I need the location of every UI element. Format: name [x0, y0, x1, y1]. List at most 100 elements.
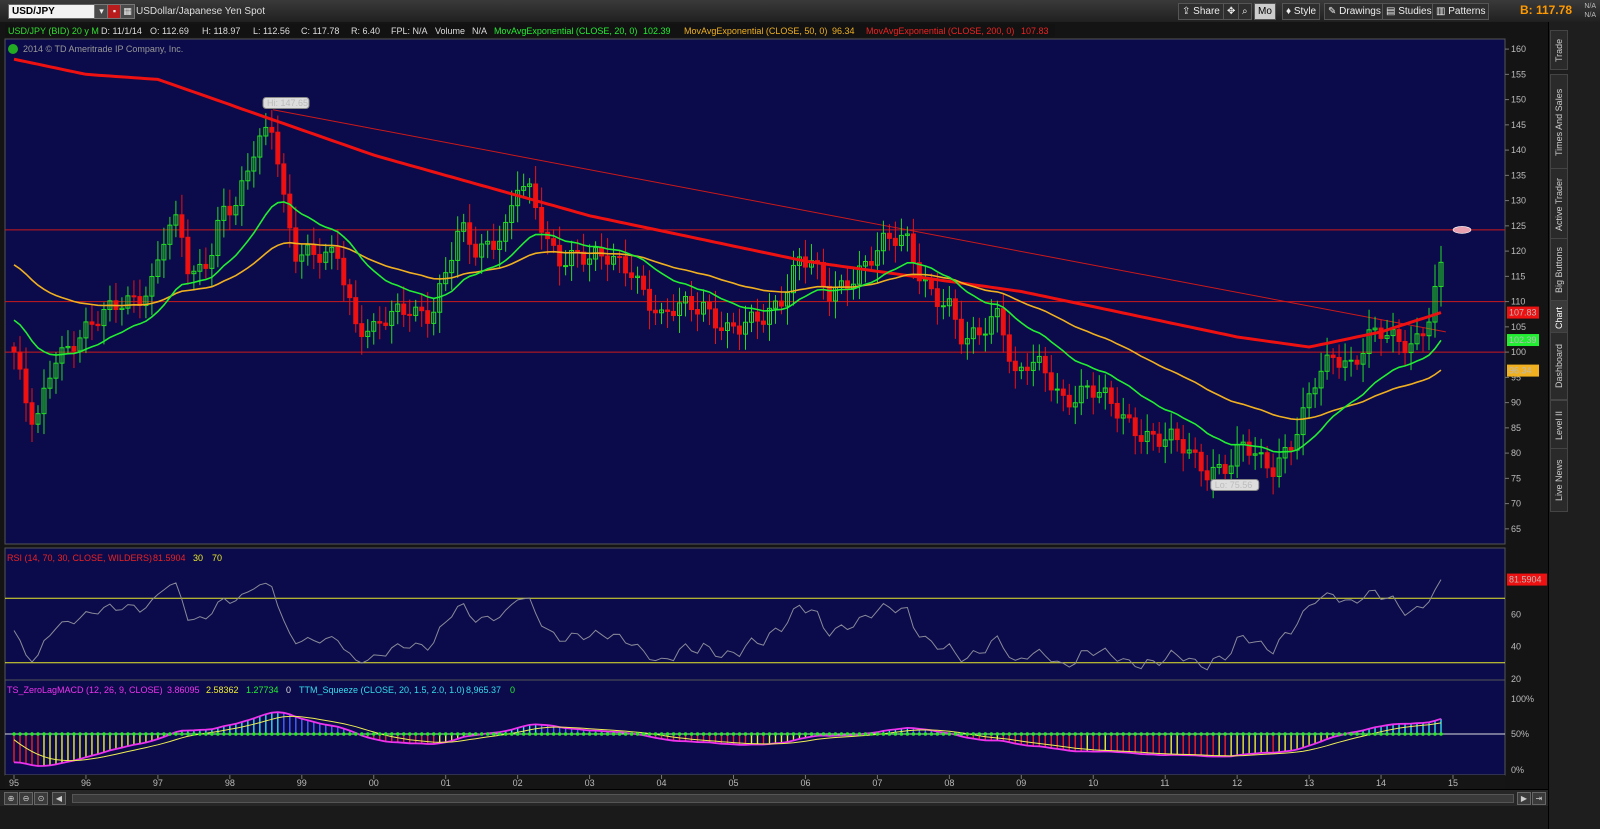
rsi-pane[interactable] — [4, 547, 1506, 688]
candle-body — [275, 131, 281, 165]
filter-icon[interactable]: ▦ — [120, 4, 135, 19]
candle-body — [287, 193, 293, 229]
squeeze-dot — [258, 732, 262, 736]
squeeze-dot — [1157, 732, 1162, 736]
squeeze-dot — [1139, 732, 1144, 736]
squeeze-dot — [1235, 732, 1239, 736]
squeeze-dot — [443, 732, 448, 736]
candle-body — [1402, 340, 1408, 354]
candle-body — [23, 368, 29, 404]
time-tick-label: 15 — [1448, 778, 1458, 788]
candle-body — [1132, 417, 1138, 437]
squeeze-dot — [210, 732, 214, 736]
chart-area[interactable]: USD/JPY (BID) 20 y M D: 11/1/14 O: 112.6… — [0, 22, 1548, 789]
squeeze-dot — [96, 732, 100, 736]
side-tab-active-trader[interactable]: Active Trader — [1550, 168, 1568, 240]
squeeze-dot — [192, 732, 196, 736]
squeeze-dot — [102, 732, 106, 736]
squeeze-dot — [138, 732, 142, 736]
squeeze-dot — [1277, 732, 1281, 736]
squeeze-dot — [1415, 732, 1419, 736]
squeeze-dot — [60, 732, 64, 736]
squeeze-dot — [1259, 732, 1263, 736]
side-tab-big-buttons[interactable]: Big Buttons — [1550, 238, 1568, 302]
squeeze-dot — [1109, 732, 1114, 736]
time-tick-label: 06 — [800, 778, 810, 788]
add-study-icon[interactable] — [8, 44, 18, 54]
side-tab-trade[interactable]: Trade — [1550, 30, 1568, 70]
ema200-value: 107.83 — [1021, 26, 1049, 36]
squeeze-dot — [887, 732, 892, 736]
cursor-tool-button[interactable]: ✥ — [1223, 3, 1240, 20]
zoom-tool-button[interactable]: ⌕ — [1238, 3, 1252, 20]
price-pane[interactable] — [4, 38, 1506, 545]
candle-body — [1114, 402, 1120, 419]
squeeze-dot — [581, 732, 586, 736]
side-tab-dashboard[interactable]: Dashboard — [1550, 332, 1568, 400]
squeeze-dot — [1049, 732, 1054, 736]
candle-body — [419, 306, 425, 312]
squeeze-dot — [1301, 732, 1305, 736]
candle-body — [754, 311, 760, 322]
candle-body — [665, 309, 671, 312]
zoom-in-icon[interactable]: ⊕ — [4, 792, 18, 805]
squeeze-dot — [695, 732, 700, 736]
candle-body — [1270, 467, 1276, 477]
style-button[interactable]: ♦ Style — [1282, 3, 1321, 20]
squeeze-dot — [863, 732, 868, 736]
horizontal-scrollbar[interactable] — [72, 794, 1514, 803]
squeeze-dot — [1067, 732, 1072, 736]
squeeze-dot — [701, 732, 706, 736]
squeeze-dot — [971, 732, 976, 736]
squeeze-dot — [1241, 732, 1245, 736]
squeeze-dot — [264, 732, 268, 736]
candle-body — [958, 318, 964, 345]
squeeze-dot — [300, 732, 304, 736]
squeeze-dot — [1037, 732, 1042, 736]
squeeze-dot — [719, 732, 724, 736]
squeeze-dot — [132, 732, 136, 736]
side-tab-level-ii[interactable]: Level II — [1550, 400, 1568, 450]
studies-button[interactable]: ▤ Studies — [1382, 3, 1436, 20]
macd-value-2: 2.58362 — [206, 685, 239, 695]
symbol-input[interactable]: USD/JPY — [8, 4, 101, 19]
patterns-button[interactable]: ▥ Patterns — [1432, 3, 1490, 20]
squeeze-dot — [755, 732, 760, 736]
candle-body — [1192, 449, 1198, 453]
scroll-right-icon[interactable]: ▶ — [1517, 792, 1531, 805]
squeeze-dot — [539, 732, 544, 736]
share-button[interactable]: ⇪ Share — [1178, 3, 1224, 20]
squeeze-dot — [1043, 732, 1048, 736]
squeeze-dot — [431, 732, 436, 736]
zoom-reset-icon[interactable]: ⊙ — [34, 792, 48, 805]
scroll-left-icon[interactable]: ◀ — [52, 792, 66, 805]
squeeze-dot — [120, 732, 124, 736]
squeeze-dot — [857, 732, 862, 736]
cursor-icon: ✥ — [1227, 6, 1236, 17]
bid-price: B: 117.78 — [1519, 3, 1572, 17]
candle-body — [1180, 439, 1186, 454]
scroll-end-icon[interactable]: ⇥ — [1532, 792, 1546, 805]
squeeze-dot — [851, 732, 856, 736]
candle-body — [1348, 359, 1354, 362]
squeeze-dot — [1319, 732, 1323, 736]
side-tab-times-and-sales[interactable]: Times And Sales — [1550, 74, 1568, 170]
timeframe-button[interactable]: Mo — [1254, 3, 1276, 20]
squeeze-dot — [1403, 732, 1407, 736]
side-tab-chart[interactable]: Chart — [1550, 300, 1568, 336]
na-top: N/A — [1584, 3, 1596, 10]
squeeze-dot — [1283, 732, 1287, 736]
squeeze-dot — [317, 732, 322, 736]
drawings-button[interactable]: ✎ Drawings — [1324, 3, 1385, 20]
macd-value-4: 0 — [286, 685, 291, 695]
squeeze-dot — [683, 732, 688, 736]
squeeze-dot — [893, 732, 898, 736]
squeeze-dot — [599, 732, 604, 736]
last-value-label: 102.39 — [1509, 335, 1537, 345]
side-tab-live-news[interactable]: Live News — [1550, 448, 1568, 512]
candle-body — [539, 207, 545, 233]
squeeze-dot — [377, 732, 382, 736]
zoom-out-icon[interactable]: ⊖ — [19, 792, 33, 805]
fpl-readout: FPL: N/A — [391, 26, 428, 36]
squeeze-dot — [545, 732, 550, 736]
